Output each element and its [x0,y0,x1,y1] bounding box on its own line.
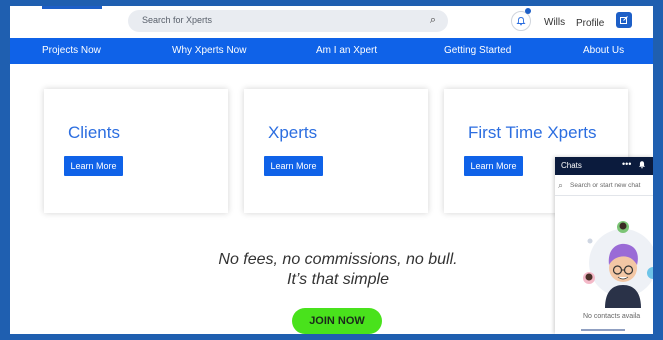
more-options-icon[interactable]: ••• [622,159,631,169]
notification-badge [525,8,531,14]
learn-more-button[interactable]: Learn More [264,156,323,176]
notification-bell-icon[interactable] [511,11,531,31]
card-xperts: Xperts Learn More [244,89,428,213]
card-title: First Time Xperts [468,123,597,142]
logo[interactable] [42,6,102,9]
chat-panel: Chats ••• ⌕ Search or start new chat No … [555,157,653,334]
profile-link[interactable]: Profile [576,18,604,29]
nav-getting-started[interactable]: Getting Started [444,45,511,56]
card-title: Clients [68,123,120,142]
card-clients: Clients Learn More [44,89,228,213]
learn-more-button[interactable]: Learn More [464,156,523,176]
nav-projects-now[interactable]: Projects Now [42,45,101,56]
divider [581,329,625,331]
chat-title: Chats [561,161,582,170]
learn-more-button[interactable]: Learn More [64,156,123,176]
no-contacts-text: No contacts availa [583,313,641,320]
search-icon[interactable]: ⌕ [430,14,436,27]
bell-icon [516,17,526,26]
card-title: Xperts [268,123,318,142]
chat-header: Chats ••• [555,157,653,175]
user-name[interactable]: Wills [544,17,565,28]
chat-search-placeholder: Search or start new chat [570,182,641,189]
nav-am-i-an-xpert[interactable]: Am I an Xpert [316,45,377,56]
main-nav: Projects Now Why Xperts Now Am I an Xper… [10,38,653,64]
nav-why-xperts-now[interactable]: Why Xperts Now [172,45,246,56]
search-placeholder: Search for Xperts [142,15,213,25]
top-bar: Search for Xperts ⌕ Wills Profile [10,6,653,38]
no-contacts-illustration [583,221,653,308]
edit-icon [620,16,628,24]
bell-icon[interactable] [638,160,646,171]
chat-search-input[interactable]: ⌕ Search or start new chat [555,177,653,196]
app-window: Search for Xperts ⌕ Wills Profile Projec… [10,6,653,334]
join-now-button[interactable]: JOIN NOW [292,308,382,334]
search-input[interactable]: Search for Xperts ⌕ [128,10,448,32]
edit-profile-button[interactable] [616,12,632,28]
nav-about-us[interactable]: About Us [583,45,624,56]
search-icon: ⌕ [558,180,564,190]
